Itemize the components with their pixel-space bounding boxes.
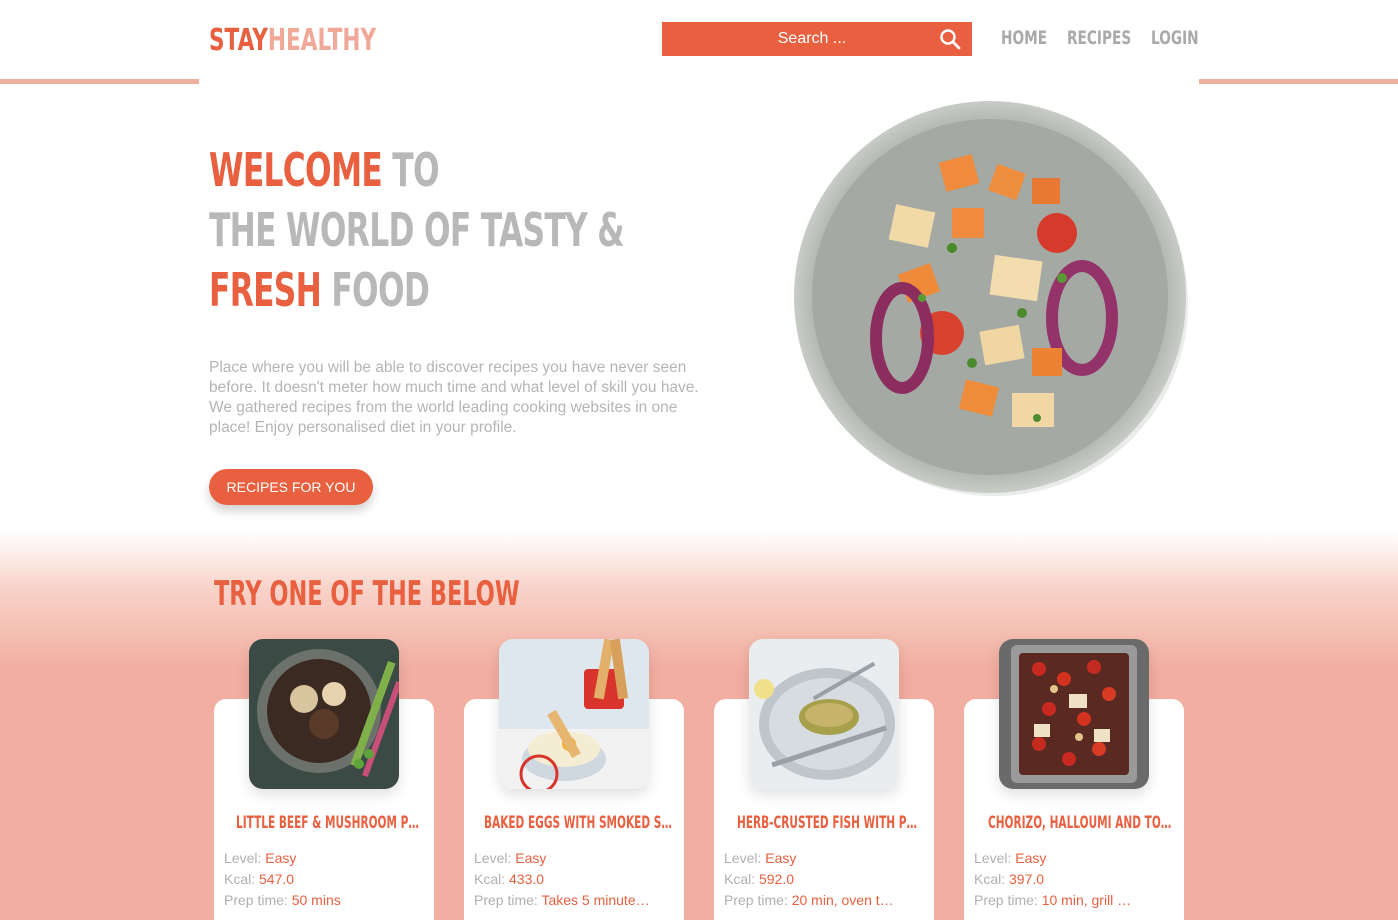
level-value: Easy [515,850,547,866]
recipes-section-title-text: TRY ONE OF THE BELOW [214,574,520,614]
recipe-prep: Prep time: 10 min, grill … [974,890,1174,911]
search-input[interactable] [662,22,972,56]
recipe-prep: Prep time: 50 mins [224,890,424,911]
recipe-image[interactable] [999,639,1149,789]
header-divider-right [1199,79,1398,84]
nav-login-label: LOGIN [1151,27,1199,49]
site-header: STAYHEALTHY HOME RECIPES LOGIN [0,0,1398,84]
kcal-value: 397.0 [1009,871,1045,887]
recipe-image[interactable] [749,639,899,789]
hero-word-to: TO [382,143,439,197]
recipe-title[interactable]: HERB-CRUSTED FISH WITH P… [737,812,927,834]
logo-part-stay: STAY [209,23,268,58]
nav-login[interactable]: LOGIN [1151,26,1217,51]
recipe-title-text: HERB-CRUSTED FISH WITH P… [737,813,918,833]
recipe-title[interactable]: CHORIZO, HALLOUMI AND TO… [988,812,1178,834]
logo-part-healthy: HEALTHY [267,23,377,58]
recipe-level: Level: Easy [474,848,674,869]
level-label: Level: [224,850,262,866]
nav-recipes[interactable]: RECIPES [1067,26,1156,51]
prep-value: 10 min, grill … [1041,892,1132,908]
recipe-level: Level: Easy [724,848,924,869]
recipe-kcal: Kcal: 547.0 [224,869,424,890]
kcal-label: Kcal: [474,871,506,887]
recipes-section-title: TRY ONE OF THE BELOW [214,574,677,614]
recipe-prep: Prep time: Takes 5 minute… [474,890,674,911]
recipe-title[interactable]: BAKED EGGS WITH SMOKED S… [484,812,674,834]
prep-value: Takes 5 minute… [541,892,650,908]
prep-label: Prep time: [974,892,1038,908]
recipes-for-you-button[interactable]: RECIPES FOR YOU [209,469,373,505]
nav-home[interactable]: HOME [1001,26,1065,51]
kcal-value: 592.0 [759,871,795,887]
hero-line-world: THE WORLD OF TASTY & [209,203,624,257]
level-value: Easy [765,850,797,866]
recipe-title-text: LITTLE BEEF & MUSHROOM P… [236,813,419,833]
prep-value: 50 mins [291,892,341,908]
kcal-value: 433.0 [509,871,545,887]
recipe-image[interactable] [249,639,399,789]
hero-word-fresh: FRESH [209,263,322,317]
hero-word-welcome: WELCOME [209,143,383,197]
hero-word-food: FOOD [321,263,430,317]
prep-label: Prep time: [224,892,288,908]
hero-headline: WELCOME TO THE WORLD OF TASTY & FRESH FO… [209,140,819,320]
kcal-value: 547.0 [259,871,295,887]
recipe-prep: Prep time: 20 min, oven t… [724,890,924,911]
nav-recipes-label: RECIPES [1067,27,1132,49]
prep-label: Prep time: [474,892,538,908]
hero-description: Place where you will be able to discover… [209,359,699,436]
header-divider-left [0,79,199,84]
level-label: Level: [474,850,512,866]
recipes-section-bg [0,530,1398,920]
level-label: Level: [974,850,1012,866]
recipe-title[interactable]: LITTLE BEEF & MUSHROOM P… [236,812,426,834]
prep-label: Prep time: [724,892,788,908]
recipe-image[interactable] [499,639,649,789]
recipe-kcal: Kcal: 592.0 [724,869,924,890]
level-value: Easy [1015,850,1047,866]
kcal-label: Kcal: [224,871,256,887]
recipe-kcal: Kcal: 433.0 [474,869,674,890]
level-value: Easy [265,850,297,866]
hero-food-image [792,98,1190,496]
recipe-level: Level: Easy [974,848,1174,869]
recipe-title-text: BAKED EGGS WITH SMOKED S… [484,813,672,833]
recipe-level: Level: Easy [224,848,424,869]
search-bar [662,22,972,56]
search-icon[interactable] [938,27,962,51]
recipe-kcal: Kcal: 397.0 [974,869,1174,890]
recipe-title-text: CHORIZO, HALLOUMI AND TO… [988,813,1172,833]
nav-home-label: HOME [1001,27,1048,49]
prep-value: 20 min, oven t… [791,892,894,908]
kcal-label: Kcal: [974,871,1006,887]
level-label: Level: [724,850,762,866]
site-logo[interactable]: STAYHEALTHY [209,24,441,58]
kcal-label: Kcal: [724,871,756,887]
